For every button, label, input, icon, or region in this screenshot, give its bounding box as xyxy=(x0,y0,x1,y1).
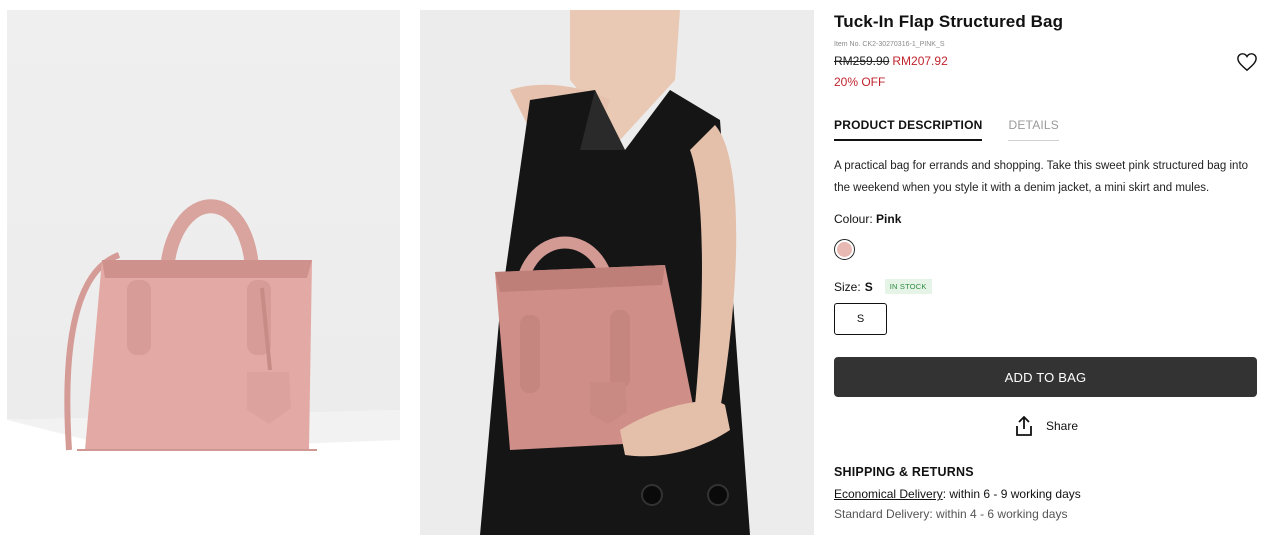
shipping-returns-heading: SHIPPING & RETURNS xyxy=(834,465,974,479)
economical-delivery-row: Economical Delivery: within 6 - 9 workin… xyxy=(834,486,1258,502)
colour-row: Colour: Pink xyxy=(834,211,1258,227)
wishlist-button[interactable] xyxy=(1236,52,1258,72)
size-option-s[interactable]: S xyxy=(834,303,887,335)
standard-delivery-row: Standard Delivery: within 4 - 6 working … xyxy=(834,507,1068,521)
description-tabs: PRODUCT DESCRIPTION DETAILS xyxy=(834,118,1258,141)
colour-swatch-pink[interactable] xyxy=(834,239,855,260)
colour-value: Pink xyxy=(876,212,902,226)
sale-price: RM207.92 xyxy=(892,54,948,68)
economical-delivery-link[interactable]: Economical Delivery xyxy=(834,487,943,501)
tab-details[interactable]: DETAILS xyxy=(1008,118,1060,141)
stock-badge: IN STOCK xyxy=(884,279,932,294)
colour-label: Colour: xyxy=(834,212,873,226)
size-label: Size: xyxy=(834,279,861,294)
product-title: Tuck-In Flap Structured Bag xyxy=(834,12,1064,31)
swatch-fill xyxy=(837,242,852,257)
share-label: Share xyxy=(1045,419,1079,433)
price-row: RM259.90 RM207.92 xyxy=(834,53,1258,69)
add-to-bag-button[interactable]: ADD TO BAG xyxy=(834,357,1257,397)
size-row: Size: S IN STOCK xyxy=(834,279,1258,294)
share-icon xyxy=(1016,415,1032,436)
share-button[interactable]: Share xyxy=(834,415,1258,437)
bag-on-plinth-illustration xyxy=(7,199,400,535)
product-description-text: A practical bag for errands and shopping… xyxy=(834,160,1249,194)
economical-delivery-text: : within 6 - 9 working days xyxy=(942,487,1081,501)
product-info-panel: Tuck-In Flap Structured Bag Item No. CK2… xyxy=(834,10,1258,522)
item-number: Item No. CK2-30270316-1_PINK_S xyxy=(834,41,945,48)
heart-icon xyxy=(1237,53,1257,72)
tab-product-description[interactable]: PRODUCT DESCRIPTION xyxy=(834,118,983,141)
product-image-main[interactable] xyxy=(7,10,400,535)
original-price: RM259.90 xyxy=(834,54,890,68)
discount-label: 20% OFF xyxy=(834,75,886,89)
product-image-model[interactable] xyxy=(420,10,814,535)
size-value: S xyxy=(864,279,873,294)
model-holding-bag-illustration xyxy=(480,10,750,535)
